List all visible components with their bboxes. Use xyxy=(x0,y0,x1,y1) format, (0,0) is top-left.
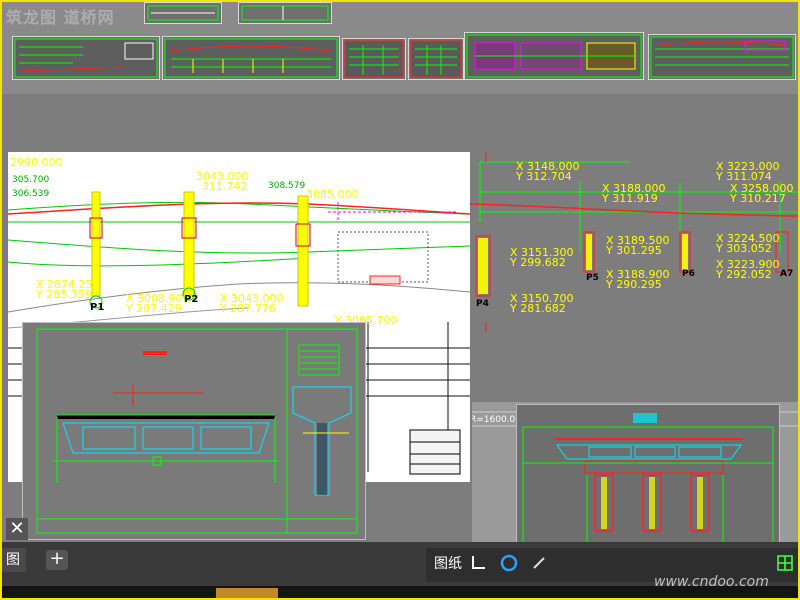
paper-space-toggle[interactable]: 图纸 xyxy=(430,552,466,576)
thumbnail-sheet[interactable] xyxy=(648,34,796,80)
active-task-indicator[interactable] xyxy=(216,588,278,598)
pier-label: P1 xyxy=(90,302,104,313)
watermark-top: 筑龙图 道桥网 xyxy=(6,8,115,27)
snap-icon[interactable] xyxy=(498,552,520,574)
coord-label: Y 312.704 xyxy=(515,170,572,183)
pier-label: P4 xyxy=(476,299,489,309)
coord-label: Y 303.052 xyxy=(715,242,772,255)
thumbnail-sheet[interactable] xyxy=(12,36,160,80)
pier-label: P6 xyxy=(682,269,695,279)
pier-label: P5 xyxy=(586,273,599,283)
grid-icon[interactable] xyxy=(774,552,796,574)
plan-drawing-right[interactable]: X 3148.000 Y 312.704 X 3188.000 Y 311.91… xyxy=(470,152,798,402)
svg-text:311.742: 311.742 xyxy=(202,180,248,193)
taskbar xyxy=(2,586,798,598)
left-coordinate-labels: X 2874.250 Y 285.359 X 3008.900 Y 287.42… xyxy=(10,156,398,327)
layout-thumbnail-strip: 筑龙图 道桥网 xyxy=(2,2,798,94)
ortho-icon[interactable] xyxy=(528,552,550,574)
pier-label: A7 xyxy=(780,269,793,279)
coord-label: Y 311.919 xyxy=(601,192,658,205)
coord-label: Y 299.682 xyxy=(509,256,566,269)
thumbnail-sheet[interactable] xyxy=(464,32,644,80)
svg-text:3085.000: 3085.000 xyxy=(306,188,359,201)
thumbnail-sheet[interactable] xyxy=(342,38,406,80)
cross-section-sheet[interactable] xyxy=(22,322,366,540)
coord-label: Y 310.217 xyxy=(729,192,786,205)
pier-label: P2 xyxy=(184,294,198,305)
close-icon: ✕ xyxy=(9,518,25,539)
thumbnail-sheet[interactable] xyxy=(144,2,222,24)
model-icon[interactable] xyxy=(468,552,490,574)
plus-icon: + xyxy=(49,548,65,569)
thumbnail-sheet[interactable] xyxy=(238,2,332,24)
svg-text:2990.000: 2990.000 xyxy=(10,156,63,169)
coord-label: Y 290.295 xyxy=(605,278,662,291)
coord-label: Y 287.776 xyxy=(219,302,276,315)
cad-viewport[interactable]: 筑龙图 道桥网 305.700 306.539 308.579 X 2874.2… xyxy=(0,0,800,600)
thumbnail-sheet[interactable] xyxy=(408,38,464,80)
coord-label: Y 287.429 xyxy=(125,302,182,315)
thumbnail-sheet[interactable] xyxy=(162,36,340,80)
add-layout-button[interactable]: + xyxy=(46,550,68,570)
coord-label: Y 285.359 xyxy=(35,288,92,301)
coord-label: Y 281.682 xyxy=(509,302,566,315)
coord-label: Y 301.295 xyxy=(605,244,662,257)
coord-label: Y 292.052 xyxy=(715,268,772,281)
close-tab-button[interactable]: ✕ xyxy=(6,518,28,540)
tab-layout[interactable]: 图 xyxy=(2,548,26,572)
